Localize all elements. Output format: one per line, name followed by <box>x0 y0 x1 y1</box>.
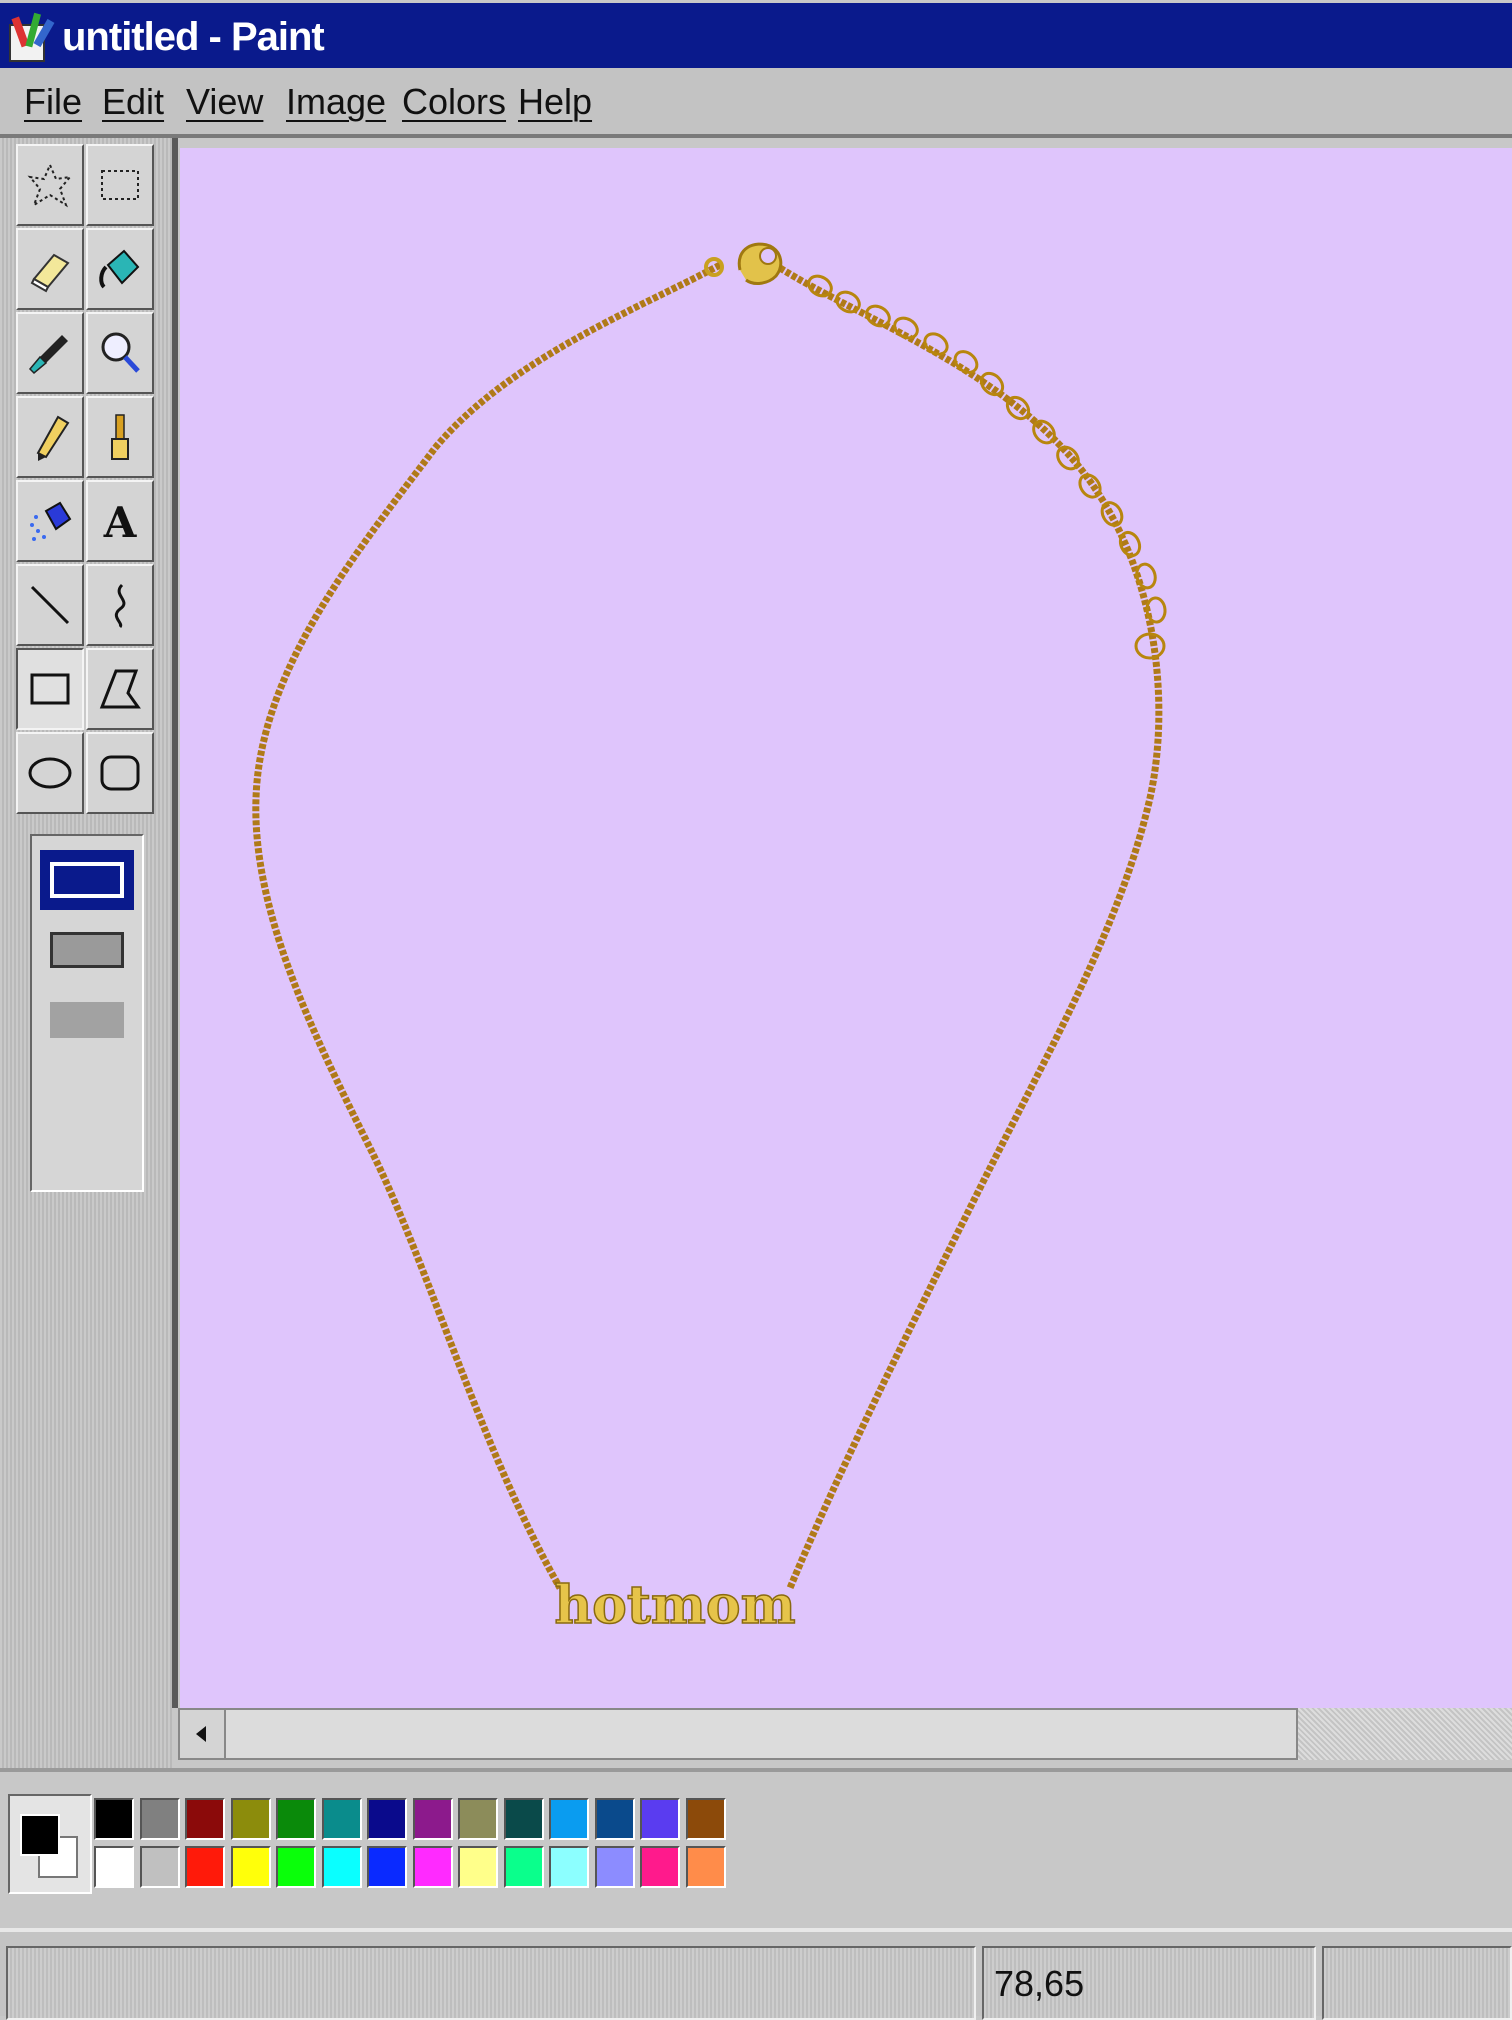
palette-swatch[interactable] <box>276 1798 316 1840</box>
palette-swatch[interactable] <box>640 1846 680 1888</box>
eraser-icon <box>30 253 70 293</box>
palette-swatch[interactable] <box>503 1798 544 1840</box>
text-icon: A <box>103 498 138 547</box>
curve-icon <box>114 583 126 629</box>
palette-swatch[interactable] <box>458 1798 498 1840</box>
palette-swatch[interactable] <box>367 1798 407 1840</box>
tool-eraser[interactable] <box>16 228 84 310</box>
tool-fill[interactable] <box>86 228 154 310</box>
tool-rectangle[interactable] <box>16 648 84 730</box>
palette-swatch[interactable] <box>458 1846 498 1888</box>
horizontal-scrollbar[interactable] <box>178 1708 1298 1760</box>
tool-line[interactable] <box>16 564 84 646</box>
status-coords-pane: 78,65 <box>982 1946 1316 2020</box>
airbrush-icon <box>30 501 72 541</box>
color-palette <box>0 1768 1512 1928</box>
palette-swatch[interactable] <box>321 1846 362 1888</box>
arrow-left-icon <box>196 1726 206 1742</box>
tool-pencil[interactable] <box>16 396 84 478</box>
drawing-canvas[interactable]: hotmom <box>180 148 1512 1718</box>
necklace-image: hotmom <box>252 242 1167 1637</box>
palette-swatch[interactable] <box>503 1846 544 1888</box>
scroll-left-button[interactable] <box>180 1710 226 1758</box>
magnifier-icon <box>101 332 140 373</box>
palette-swatch[interactable] <box>412 1846 453 1888</box>
palette-swatch[interactable] <box>685 1798 726 1840</box>
palette-swatch[interactable] <box>185 1798 225 1840</box>
status-size-pane <box>1322 1946 1512 2020</box>
menu-edit[interactable]: Edit <box>102 80 164 124</box>
window-title: untitled - Paint <box>62 15 325 59</box>
menu-help[interactable]: Help <box>518 80 592 124</box>
palette-swatch[interactable] <box>594 1846 635 1888</box>
palette-swatch[interactable] <box>640 1798 680 1840</box>
scrollbar-track[interactable] <box>1298 1708 1512 1760</box>
tool-curve[interactable] <box>86 564 154 646</box>
menu-colors[interactable]: Colors <box>402 80 506 124</box>
palette-swatch[interactable] <box>549 1798 589 1840</box>
palette-swatch[interactable] <box>276 1846 316 1888</box>
tool-rounded-rect[interactable] <box>86 732 154 814</box>
palette-swatch[interactable] <box>594 1798 635 1840</box>
polygon-icon <box>99 669 141 709</box>
palette-swatch[interactable] <box>139 1798 180 1840</box>
palette-swatch[interactable] <box>685 1846 726 1888</box>
tool-magnifier[interactable] <box>86 312 154 394</box>
paint-app-icon[interactable] <box>6 11 56 65</box>
palette-swatch[interactable] <box>549 1846 589 1888</box>
pencil-icon <box>36 415 70 461</box>
canvas-frame <box>172 138 178 1708</box>
palette-swatch[interactable] <box>94 1846 134 1888</box>
tool-brush[interactable] <box>86 396 154 478</box>
tool-rect-select[interactable] <box>86 144 154 226</box>
menu-file[interactable]: File <box>24 80 82 124</box>
title-bar: untitled - Paint <box>0 0 1512 68</box>
tool-text[interactable]: A <box>86 480 154 562</box>
tool-free-form-select[interactable] <box>16 144 84 226</box>
option-outline[interactable] <box>40 850 134 910</box>
palette-swatch[interactable] <box>94 1798 134 1840</box>
cursor-coordinates: 78,65 <box>994 1963 1085 2004</box>
fill-style-options <box>30 834 144 1192</box>
fill-bucket-icon <box>99 249 140 289</box>
svg-text:A: A <box>103 498 138 547</box>
rounded-rect-icon <box>100 755 140 791</box>
palette-swatch[interactable] <box>230 1798 271 1840</box>
free-form-select-icon <box>27 162 73 208</box>
palette-swatch[interactable] <box>412 1798 453 1840</box>
eyedropper-icon <box>28 335 68 375</box>
menu-view[interactable]: View <box>186 80 263 124</box>
option-outline-fill[interactable] <box>40 920 134 980</box>
status-message <box>6 1946 976 2020</box>
extender-chain <box>807 274 1167 660</box>
palette-swatch[interactable] <box>185 1846 225 1888</box>
menu-image[interactable]: Image <box>286 80 386 124</box>
chain-left <box>252 261 722 1590</box>
palette-swatch[interactable] <box>230 1846 271 1888</box>
status-bar: 78,65 <box>0 1928 1512 2020</box>
current-colors[interactable] <box>8 1794 92 1894</box>
palette-swatch[interactable] <box>321 1798 362 1840</box>
tool-eyedropper[interactable] <box>16 312 84 394</box>
tool-polygon[interactable] <box>86 648 154 730</box>
nameplate-text: hotmom <box>554 1575 795 1636</box>
toolbox: A <box>0 138 172 1768</box>
ellipse-icon <box>28 757 72 789</box>
palette-swatch[interactable] <box>367 1846 407 1888</box>
chain-right <box>778 265 1163 1590</box>
palette-swatch[interactable] <box>139 1846 180 1888</box>
menu-bar: File Edit View Image Colors Help <box>0 68 1512 138</box>
option-fill-only[interactable] <box>40 990 134 1050</box>
rectangle-icon <box>30 673 70 705</box>
tool-airbrush[interactable] <box>16 480 84 562</box>
line-icon <box>30 585 70 625</box>
foreground-color[interactable] <box>20 1814 60 1856</box>
tool-ellipse[interactable] <box>16 732 84 814</box>
canvas-area: hotmom <box>172 138 1512 1768</box>
brush-icon <box>111 414 129 460</box>
rect-select-icon <box>101 170 139 200</box>
